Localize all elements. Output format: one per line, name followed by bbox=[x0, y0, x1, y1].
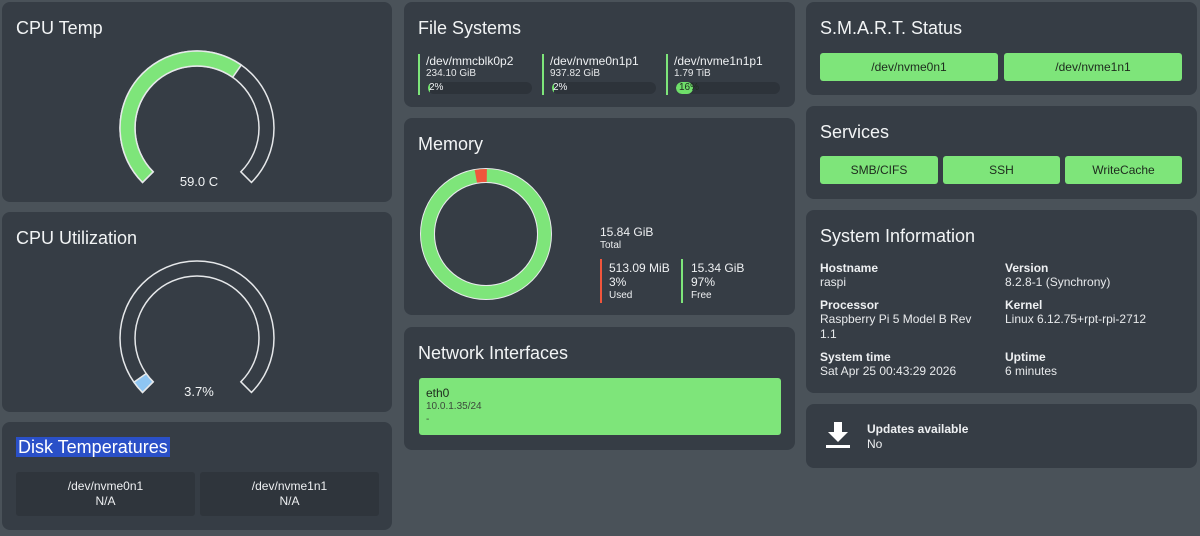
network-interface-address: 10.0.1.35/24 bbox=[426, 401, 482, 412]
processor-value-line2: 1.1 bbox=[820, 327, 837, 341]
updates-card[interactable]: Updates available No bbox=[806, 404, 1197, 468]
memory-free-percent: 97% bbox=[691, 275, 716, 289]
file-systems-card: File Systems /dev/mmcblk0p2 234.10 GiB 2… bbox=[404, 2, 795, 107]
memory-total-label: Total bbox=[600, 240, 622, 251]
memory-donut-center bbox=[435, 183, 537, 285]
cpu-util-card: CPU Utilization 3.7% bbox=[2, 212, 392, 412]
cpu-temp-gauge-fill bbox=[119, 50, 243, 184]
memory-used: 513.09 MiB 3% Used bbox=[609, 261, 670, 302]
file-system-name: /dev/mmcblk0p2 bbox=[426, 54, 514, 68]
file-system-usage-bar: 2% bbox=[428, 82, 532, 94]
hostname-label: Hostname bbox=[820, 261, 879, 275]
updates-title: Updates available bbox=[867, 422, 969, 436]
memory-used-percent: 3% bbox=[609, 275, 627, 289]
version-label: Version bbox=[1005, 261, 1049, 275]
file-systems-title: File Systems bbox=[418, 18, 522, 38]
services-title: Services bbox=[820, 122, 890, 142]
services-card: Services SMB/CIFS SSH WriteCache bbox=[806, 106, 1197, 199]
memory-used-indicator bbox=[600, 259, 602, 303]
system-time-label: System time bbox=[820, 350, 891, 364]
disk-temps-title-text: Disk Temperatures bbox=[16, 437, 170, 457]
cpu-util-gauge-track bbox=[119, 260, 275, 394]
cpu-temp-title: CPU Temp bbox=[16, 18, 103, 38]
system-info-card: System Information Hostname raspi Versio… bbox=[806, 210, 1197, 393]
file-system-usage-bar: 16% bbox=[676, 82, 780, 94]
memory-donut bbox=[420, 168, 552, 300]
cpu-temp-card: CPU Temp 59.0 C bbox=[2, 2, 392, 202]
processor-label: Processor bbox=[820, 298, 879, 312]
disk-temps-title: Disk Temperatures bbox=[16, 437, 170, 458]
cpu-util-value: 3.7% bbox=[184, 384, 214, 399]
memory-total: 15.84 GiB Total bbox=[600, 225, 653, 252]
cpu-util-title: CPU Utilization bbox=[16, 228, 138, 248]
memory-card: Memory 15.84 GiB Total 513.09 MiB 3% Use… bbox=[404, 118, 795, 315]
system-time-value: Sat Apr 25 00:43:29 2026 bbox=[820, 364, 957, 378]
disk-temp-name: /dev/nvme1n1 bbox=[251, 479, 328, 493]
service-button-writecache[interactable]: WriteCache bbox=[1065, 156, 1182, 184]
file-system-usage-percent: 16% bbox=[679, 82, 700, 93]
hostname-value: raspi bbox=[820, 275, 847, 289]
system-info-title: System Information bbox=[820, 226, 976, 246]
file-system-name: /dev/nvme1n1p1 bbox=[674, 54, 763, 68]
file-system-item[interactable]: /dev/mmcblk0p2 234.10 GiB 2% bbox=[418, 54, 532, 95]
smart-device-button[interactable]: /dev/nvme1n1 bbox=[1004, 53, 1182, 81]
kernel-value: Linux 6.12.75+rpt-rpi-2712 bbox=[1005, 312, 1147, 326]
service-button-ssh[interactable]: SSH bbox=[943, 156, 1060, 184]
disk-temp-item: /dev/nvme1n1 N/A bbox=[200, 472, 379, 516]
memory-title: Memory bbox=[418, 134, 484, 154]
memory-used-value: 513.09 MiB bbox=[609, 261, 670, 275]
file-system-name: /dev/nvme0n1p1 bbox=[550, 54, 639, 68]
memory-total-value: 15.84 GiB bbox=[600, 225, 654, 239]
file-system-usage-percent: 2% bbox=[429, 82, 444, 93]
memory-free-indicator bbox=[681, 259, 683, 303]
file-system-size: 937.82 GiB bbox=[550, 68, 601, 79]
download-icon bbox=[826, 422, 850, 448]
file-system-size: 234.10 GiB bbox=[426, 68, 477, 79]
file-system-item[interactable]: /dev/nvme1n1p1 1.79 TiB 16% bbox=[666, 54, 780, 95]
file-system-size: 1.79 TiB bbox=[674, 68, 711, 79]
network-interface-eth0[interactable]: eth0 10.0.1.35/24 - bbox=[419, 378, 781, 435]
file-system-usage-bar: 2% bbox=[552, 82, 656, 94]
memory-used-label: Used bbox=[609, 290, 633, 301]
cpu-temp-value: 59.0 C bbox=[179, 174, 219, 189]
disk-temp-item: /dev/nvme0n1 N/A bbox=[16, 472, 195, 516]
updates-value: No bbox=[867, 437, 883, 451]
uptime-value: 6 minutes bbox=[1005, 364, 1058, 378]
network-interface-name: eth0 bbox=[426, 386, 450, 400]
disk-temp-name: /dev/nvme0n1 bbox=[67, 479, 144, 493]
memory-free: 15.34 GiB 97% Free bbox=[691, 261, 744, 302]
kernel-label: Kernel bbox=[1005, 298, 1043, 312]
smart-device-button[interactable]: /dev/nvme0n1 bbox=[820, 53, 998, 81]
memory-free-value: 15.34 GiB bbox=[691, 261, 745, 275]
service-button-smb[interactable]: SMB/CIFS bbox=[820, 156, 938, 184]
uptime-label: Uptime bbox=[1005, 350, 1046, 364]
smart-title: S.M.A.R.T. Status bbox=[820, 18, 963, 38]
smart-card: S.M.A.R.T. Status /dev/nvme0n1 /dev/nvme… bbox=[806, 2, 1197, 95]
disk-temp-value: N/A bbox=[279, 494, 300, 508]
file-system-usage-percent: 2% bbox=[553, 82, 568, 93]
memory-free-label: Free bbox=[691, 290, 712, 301]
network-title: Network Interfaces bbox=[418, 343, 569, 363]
file-system-item[interactable]: /dev/nvme0n1p1 937.82 GiB 2% bbox=[542, 54, 656, 95]
disk-temp-value: N/A bbox=[95, 494, 116, 508]
processor-value-line1: Raspberry Pi 5 Model B Rev bbox=[820, 312, 972, 326]
network-interface-extra: - bbox=[426, 414, 430, 425]
version-value: 8.2.8-1 (Synchrony) bbox=[1005, 275, 1111, 289]
